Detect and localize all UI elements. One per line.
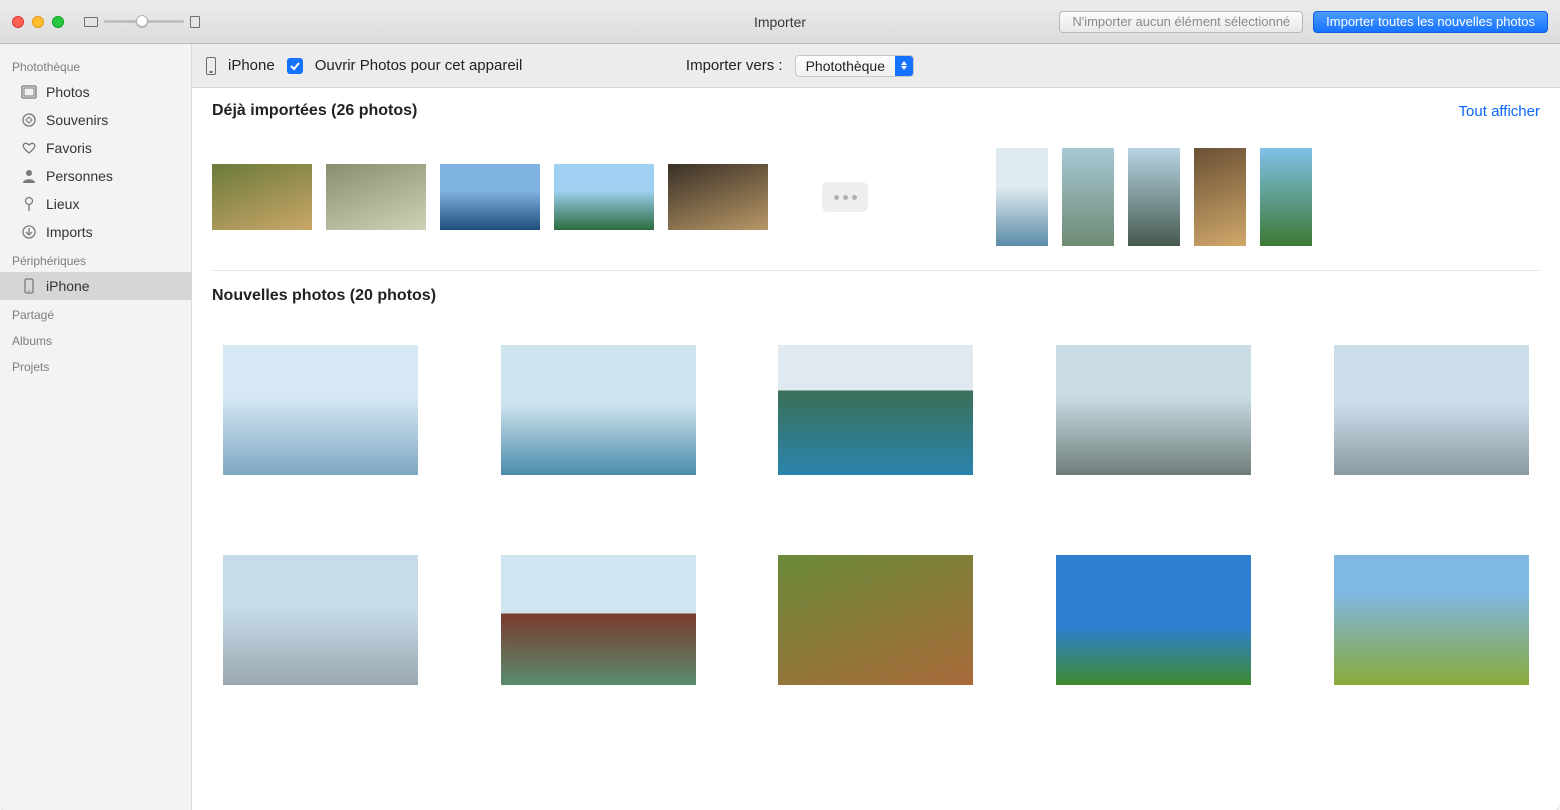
new-photos-grid — [212, 305, 1540, 685]
imported-thumb[interactable] — [668, 164, 768, 230]
import-to-label: Importer vers : — [686, 57, 783, 74]
person-icon — [20, 168, 38, 184]
more-thumbs-indicator[interactable] — [822, 182, 868, 212]
sidebar-label: Souvenirs — [46, 112, 108, 128]
slider-handle[interactable] — [136, 15, 148, 27]
memories-icon — [20, 112, 38, 128]
sidebar-label: iPhone — [46, 278, 90, 294]
sidebar-section-library: Photothèque — [0, 52, 191, 78]
window-controls — [12, 16, 64, 28]
pin-icon — [20, 196, 38, 212]
imported-thumb[interactable] — [1062, 148, 1114, 246]
already-imported-title: Déjà importées (26 photos) — [212, 102, 417, 120]
open-photos-label: Ouvrir Photos pour cet appareil — [315, 57, 523, 74]
import-all-new-button[interactable]: Importer toutes les nouvelles photos — [1313, 11, 1548, 33]
imports-icon — [20, 224, 38, 240]
sidebar: Photothèque Photos Souvenirs Favoris — [0, 44, 192, 810]
sidebar-item-photos[interactable]: Photos — [0, 78, 191, 106]
sidebar-label: Favoris — [46, 140, 92, 156]
sidebar-item-iphone[interactable]: iPhone — [0, 272, 191, 300]
show-all-link[interactable]: Tout afficher — [1459, 103, 1540, 120]
new-thumb[interactable] — [778, 345, 973, 475]
sidebar-item-favorites[interactable]: Favoris — [0, 134, 191, 162]
imported-thumb[interactable] — [1260, 148, 1312, 246]
new-thumb[interactable] — [1056, 345, 1251, 475]
new-thumb[interactable] — [778, 555, 973, 685]
imported-thumb[interactable] — [1194, 148, 1246, 246]
sidebar-section-devices: Périphériques — [0, 246, 191, 272]
sidebar-label: Photos — [46, 84, 90, 100]
thumbnail-size-slider[interactable] — [84, 16, 200, 28]
sidebar-item-imports[interactable]: Imports — [0, 218, 191, 246]
import-content: Déjà importées (26 photos) Tout afficher — [192, 88, 1560, 810]
sidebar-label: Lieux — [46, 196, 79, 212]
sidebar-section-albums: Albums — [0, 326, 191, 352]
thumbnail-small-icon — [84, 17, 98, 27]
new-thumb[interactable] — [501, 555, 696, 685]
new-thumb[interactable] — [223, 345, 418, 475]
device-name: iPhone — [228, 57, 275, 74]
import-selected-button[interactable]: N'importer aucun élément sélectionné — [1059, 11, 1303, 33]
new-thumb[interactable] — [501, 345, 696, 475]
new-photos-title: Nouvelles photos (20 photos) — [212, 287, 1540, 305]
device-icon — [206, 57, 216, 75]
main-area: iPhone Ouvrir Photos pour cet appareil I… — [192, 44, 1560, 810]
imported-thumb[interactable] — [212, 164, 312, 230]
photos-app-window: Importer N'importer aucun élément sélect… — [0, 0, 1560, 810]
sidebar-item-people[interactable]: Personnes — [0, 162, 191, 190]
new-thumb[interactable] — [223, 555, 418, 685]
heart-icon — [20, 140, 38, 156]
slider-track[interactable] — [104, 20, 184, 23]
imported-thumb[interactable] — [1128, 148, 1180, 246]
open-photos-checkbox[interactable] — [287, 58, 303, 74]
new-thumb[interactable] — [1334, 345, 1529, 475]
sidebar-label: Personnes — [46, 168, 113, 184]
select-arrows-icon — [895, 56, 913, 76]
thumbnail-large-icon — [190, 16, 200, 28]
imported-thumb[interactable] — [440, 164, 540, 230]
imported-thumb[interactable] — [554, 164, 654, 230]
sidebar-item-places[interactable]: Lieux — [0, 190, 191, 218]
sidebar-section-shared: Partagé — [0, 300, 191, 326]
iphone-icon — [20, 278, 38, 294]
new-thumb[interactable] — [1056, 555, 1251, 685]
already-imported-thumbs — [212, 130, 1540, 271]
sidebar-label: Imports — [46, 224, 93, 240]
sidebar-section-projects: Projets — [0, 352, 191, 378]
titlebar: Importer N'importer aucun élément sélect… — [0, 0, 1560, 44]
imported-thumb[interactable] — [326, 164, 426, 230]
new-thumb[interactable] — [1334, 555, 1529, 685]
import-destination-select[interactable]: Photothèque — [795, 55, 914, 77]
minimize-window-button[interactable] — [32, 16, 44, 28]
import-toolbar: iPhone Ouvrir Photos pour cet appareil I… — [192, 44, 1560, 88]
close-window-button[interactable] — [12, 16, 24, 28]
photos-icon — [20, 84, 38, 100]
fullscreen-window-button[interactable] — [52, 16, 64, 28]
imported-thumb[interactable] — [996, 148, 1048, 246]
select-value: Photothèque — [796, 58, 895, 74]
sidebar-item-memories[interactable]: Souvenirs — [0, 106, 191, 134]
window-title: Importer — [754, 14, 806, 30]
